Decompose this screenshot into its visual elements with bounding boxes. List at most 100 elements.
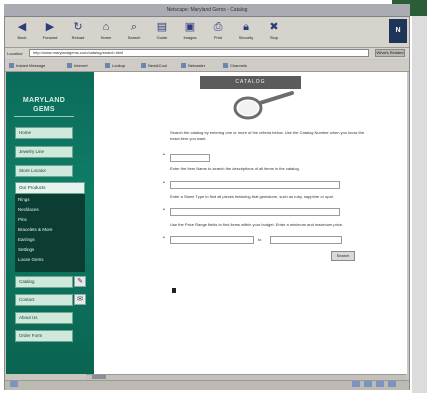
component-bar-icon[interactable] [364,381,372,387]
component-bar-icon[interactable] [352,381,360,387]
bookmark-icon [105,63,110,69]
nav-our-products[interactable]: Our Products [15,182,85,194]
home-icon: ⌂ [102,21,110,33]
navigation-toolbar: ◀ Back ▶ Forward ↻ Reload ⌂ Home ⌕ Searc… [5,17,409,48]
nav-about-us[interactable]: About Us [15,312,73,324]
search-button[interactable]: Search [331,251,355,261]
toolbar-button-label: Forward [42,35,58,40]
submenu-item[interactable]: Earrings [18,236,35,244]
bookmark-label: Instant Message [16,63,46,68]
url-input[interactable]: http://www.marylandgems.com/catalog/sear… [29,49,369,57]
bookmark-link[interactable]: New&Cool [141,62,167,69]
security-status-icon [10,381,18,387]
bookmark-label: New&Cool [148,63,167,68]
toolbar-button-label: Back [17,35,27,40]
magnifying-glass-icon [233,91,294,120]
nav-store-locator[interactable]: Store Locator [15,165,73,177]
site-logo: MARYLAND GEMS [14,96,74,114]
submenu-item[interactable]: Pins [18,216,27,224]
bullet-marker: • [163,152,165,158]
photo-background-edge [412,0,427,393]
item-name-text: Enter the Item Name to search the descri… [170,166,300,171]
bookmark-icon [223,63,228,69]
whats-related-button[interactable]: What's Related [375,49,405,57]
bookmark-label: Channels [230,63,247,68]
title-bar: Netscape: Maryland Gems - Catalog [4,4,410,17]
bookmark-icon [141,63,146,69]
toolbar-button-label: Search [127,35,141,40]
toolbar-button-label: Guide [156,35,168,40]
bookmark-link[interactable]: Lookup [105,62,125,69]
personal-toolbar: Instant Message Internet Lookup New&Cool… [5,60,409,72]
images-icon: ▣ [184,21,196,33]
security-icon: 🔒︎ [243,21,249,33]
status-bar [5,380,409,390]
nav-jewelry-line[interactable]: Jewelry Line [15,146,73,158]
guide-icon: ▤ [156,21,168,33]
toolbar-button-label: Home [100,35,112,40]
submenu-item[interactable]: Settings [18,246,34,254]
stone-type-text: Enter a Stone Type to find all pieces fe… [170,194,334,199]
nav-order-form[interactable]: Order Form [15,330,73,342]
bookmark-icon [9,63,14,69]
item-name-field[interactable] [170,181,340,189]
bookmark-link[interactable]: Channels [223,62,247,69]
toolbar-button-images[interactable]: ▣ Images [179,20,201,45]
window-title: Netscape: Maryland Gems - Catalog [166,7,248,13]
to-label: to [258,237,262,242]
submenu-item[interactable]: Necklaces [18,206,39,214]
toolbar-button-label: Stop [269,35,279,40]
bookmark-icon [67,63,72,69]
forward-arrow-icon: ▶ [45,21,55,33]
intro-text: Search the catalog by entering one or mo… [170,130,365,141]
price-max-field[interactable] [270,236,342,244]
nav-contact[interactable]: Contact [15,294,73,306]
catalog-icon: ✎ [74,276,86,287]
toolbar-button-guide[interactable]: ▤ Guide [151,20,173,45]
submenu-item[interactable]: Rings [18,196,30,204]
bullet-marker: • [163,235,165,241]
submenu-item[interactable]: Bracelets & More [18,226,53,234]
bookmark-icon [181,63,186,69]
back-arrow-icon: ◀ [17,21,27,33]
catalog-number-field[interactable] [170,154,210,162]
bookmark-label: Lookup [112,63,126,68]
price-range-text: Use the Price Range fields to find items… [170,222,344,227]
logo-line-1: MARYLAND [22,97,66,104]
submenu-item[interactable]: Loose Gems [18,256,44,264]
toolbar-button-home[interactable]: ⌂ Home [95,20,117,45]
toolbar-button-label: Print [213,35,223,40]
toolbar-button-label: Reload [71,35,85,40]
component-bar-icon[interactable] [388,381,396,387]
nav-catalog[interactable]: Catalog [15,276,73,288]
location-bar: Location: http://www.marylandgems.com/ca… [5,48,409,59]
toolbar-button-stop[interactable]: ✖ Stop [263,20,285,45]
toolbar-button-label: Security [238,35,254,40]
toolbar-button-security[interactable]: 🔒︎ Security [235,20,257,45]
bookmark-link[interactable]: Internet [67,62,88,69]
bullet-marker: • [163,180,165,186]
products-submenu: Rings Necklaces Pins Bracelets & More Ea… [15,194,85,272]
stop-icon: ✖ [269,21,279,33]
bookmark-label: Netcaster [188,63,206,68]
logo-line-2: GEMS [33,106,55,113]
scrollbar-thumb[interactable] [92,375,106,379]
mouse-cursor-icon [172,288,176,293]
stone-type-field[interactable] [170,208,340,216]
price-min-field[interactable] [170,236,254,244]
logo-divider [14,116,74,117]
bookmark-label: Internet [74,63,88,68]
toolbar-button-forward[interactable]: ▶ Forward [39,20,61,45]
toolbar-button-print[interactable]: ⎙ Print [207,20,229,45]
mail-icon: ✉ [74,294,86,305]
toolbar-button-back[interactable]: ◀ Back [11,20,33,45]
toolbar-button-reload[interactable]: ↻ Reload [67,20,89,45]
print-icon: ⎙ [213,21,223,33]
bookmark-link[interactable]: Instant Message [9,62,45,69]
component-bar-icon[interactable] [376,381,384,387]
bookmark-link[interactable]: Netcaster [181,62,205,69]
location-label: Location: [7,51,24,56]
nav-home[interactable]: Home [15,127,73,139]
toolbar-button-search[interactable]: ⌕ Search [123,20,145,45]
browser-brand-logo: N [389,19,407,43]
